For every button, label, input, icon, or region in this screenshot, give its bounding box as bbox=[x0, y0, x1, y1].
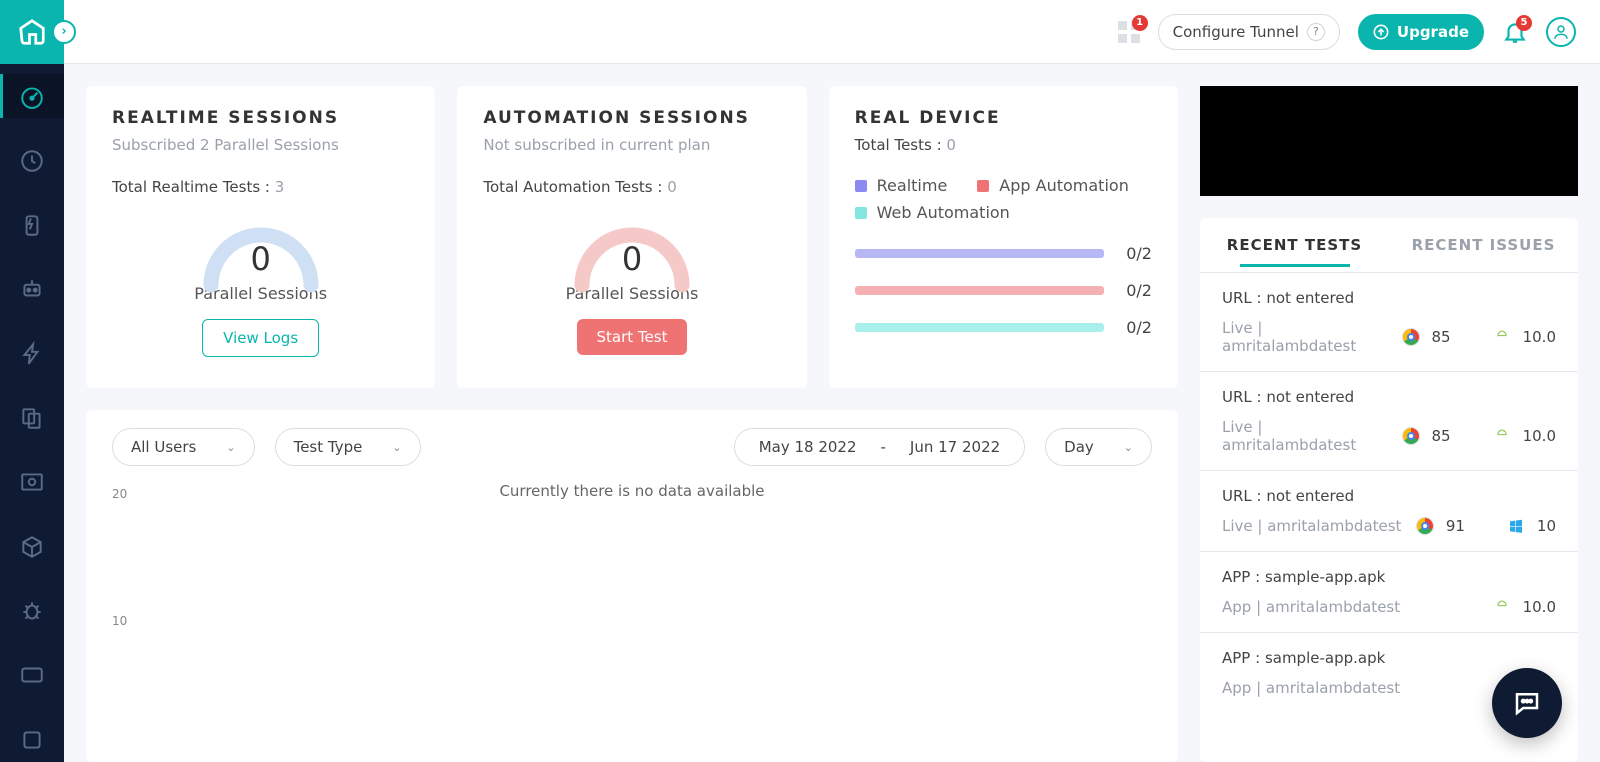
os-version: 10 bbox=[1537, 517, 1556, 535]
os-version: 10.0 bbox=[1523, 427, 1556, 445]
notifications-badge: 5 bbox=[1516, 15, 1532, 31]
sidebar-contrast[interactable] bbox=[0, 653, 64, 697]
chrome-icon bbox=[1416, 517, 1434, 535]
os-version: 10.0 bbox=[1523, 328, 1556, 346]
automation-gauge-value: 0 bbox=[622, 240, 642, 278]
windows-icon bbox=[1507, 517, 1525, 535]
sidebar-realtime[interactable] bbox=[0, 138, 64, 182]
sidebar-expand-icon[interactable]: › bbox=[52, 20, 76, 44]
real-device-card: REAL DEVICE Total Tests : 0 Realtime App… bbox=[829, 86, 1178, 388]
recent-test-title: APP : sample-app.apk bbox=[1222, 649, 1556, 667]
logo[interactable]: › bbox=[0, 0, 64, 64]
recent-test-item[interactable]: APP : sample-app.apk App | amritalambdate… bbox=[1200, 551, 1578, 632]
legend-realtime: Realtime bbox=[855, 176, 948, 195]
chart-ytick: 10 bbox=[112, 614, 127, 628]
chrome-icon bbox=[1402, 328, 1420, 346]
browser-version: 91 bbox=[1446, 517, 1465, 535]
automation-sessions-card: AUTOMATION SESSIONS Not subscribed in cu… bbox=[457, 86, 806, 388]
tab-recent-issues[interactable]: RECENT ISSUES bbox=[1389, 218, 1578, 272]
android-icon bbox=[1493, 427, 1511, 445]
profile-avatar[interactable] bbox=[1546, 17, 1576, 47]
filter-type[interactable]: Test Type⌄ bbox=[275, 428, 421, 466]
filter-date-range[interactable]: May 18 2022 - Jun 17 2022 bbox=[734, 428, 1025, 466]
sidebar-box[interactable] bbox=[0, 525, 64, 569]
bar-app: 0/2 bbox=[855, 281, 1152, 300]
sidebar-bug[interactable] bbox=[0, 589, 64, 633]
filter-granularity[interactable]: Day⌄ bbox=[1045, 428, 1152, 466]
chart-ytick: 20 bbox=[112, 487, 127, 501]
sidebar-bolt[interactable] bbox=[0, 331, 64, 375]
recent-test-item[interactable]: URL : not entered Live | amritalambdatest… bbox=[1200, 272, 1578, 371]
sidebar-more[interactable] bbox=[0, 718, 64, 762]
sidebar-copy[interactable] bbox=[0, 396, 64, 440]
promo-banner[interactable] bbox=[1200, 86, 1578, 196]
realtime-total: Total Realtime Tests : 3 bbox=[112, 178, 409, 196]
chrome-icon bbox=[1402, 427, 1420, 445]
chat-fab[interactable] bbox=[1492, 668, 1562, 738]
browser-version: 85 bbox=[1432, 328, 1451, 346]
tab-recent-tests[interactable]: RECENT TESTS bbox=[1200, 218, 1389, 272]
sidebar-battery[interactable] bbox=[0, 203, 64, 247]
card-title: AUTOMATION SESSIONS bbox=[483, 108, 780, 128]
realtime-gauge-value: 0 bbox=[250, 240, 270, 278]
chart-empty-message: Currently there is no data available bbox=[112, 482, 1152, 500]
android-icon bbox=[1493, 598, 1511, 616]
sidebar-visual[interactable] bbox=[0, 460, 64, 504]
recent-test-meta: Live | amritalambdatest bbox=[1222, 319, 1390, 355]
os-version: 10.0 bbox=[1523, 598, 1556, 616]
sidebar-bot[interactable] bbox=[0, 267, 64, 311]
configure-tunnel-button[interactable]: Configure Tunnel ? bbox=[1158, 14, 1340, 50]
chart-card: All Users⌄ Test Type⌄ May 18 2022 - Jun … bbox=[86, 410, 1178, 762]
apps-grid-icon[interactable]: 1 bbox=[1118, 21, 1140, 43]
realtime-sessions-card: REALTIME SESSIONS Subscribed 2 Parallel … bbox=[86, 86, 435, 388]
card-title: REAL DEVICE bbox=[855, 108, 1152, 128]
recent-test-title: URL : not entered bbox=[1222, 289, 1556, 307]
bar-web: 0/2 bbox=[855, 318, 1152, 337]
recent-test-meta: Live | amritalambdatest bbox=[1222, 418, 1390, 454]
legend-web-automation: Web Automation bbox=[855, 203, 1010, 222]
chart-area: 1020 bbox=[112, 508, 1152, 762]
legend-app-automation: App Automation bbox=[977, 176, 1129, 195]
sidebar bbox=[0, 64, 64, 762]
browser-version: 85 bbox=[1432, 427, 1451, 445]
filter-users[interactable]: All Users⌄ bbox=[112, 428, 255, 466]
upgrade-button[interactable]: Upgrade bbox=[1358, 14, 1484, 50]
android-icon bbox=[1493, 328, 1511, 346]
real-device-total: Total Tests : 0 bbox=[855, 136, 1152, 154]
card-subtitle: Not subscribed in current plan bbox=[483, 136, 780, 154]
automation-total: Total Automation Tests : 0 bbox=[483, 178, 780, 196]
recent-test-item[interactable]: URL : not entered Live | amritalambdatest… bbox=[1200, 470, 1578, 551]
recent-test-title: URL : not entered bbox=[1222, 388, 1556, 406]
recent-test-meta: App | amritalambdatest bbox=[1222, 679, 1481, 697]
recent-test-title: URL : not entered bbox=[1222, 487, 1556, 505]
notifications-icon[interactable]: 5 bbox=[1502, 19, 1528, 45]
help-icon[interactable]: ? bbox=[1307, 23, 1325, 41]
apps-badge: 1 bbox=[1132, 15, 1148, 31]
topbar: › 1 Configure Tunnel ? Upgrade 5 bbox=[0, 0, 1600, 64]
recent-test-meta: Live | amritalambdatest bbox=[1222, 517, 1404, 535]
recent-test-title: APP : sample-app.apk bbox=[1222, 568, 1556, 586]
sidebar-dashboard[interactable] bbox=[0, 74, 64, 118]
recent-test-item[interactable]: URL : not entered Live | amritalambdatest… bbox=[1200, 371, 1578, 470]
card-title: REALTIME SESSIONS bbox=[112, 108, 409, 128]
bar-realtime: 0/2 bbox=[855, 244, 1152, 263]
recent-test-meta: App | amritalambdatest bbox=[1222, 598, 1481, 616]
card-subtitle: Subscribed 2 Parallel Sessions bbox=[112, 136, 409, 154]
